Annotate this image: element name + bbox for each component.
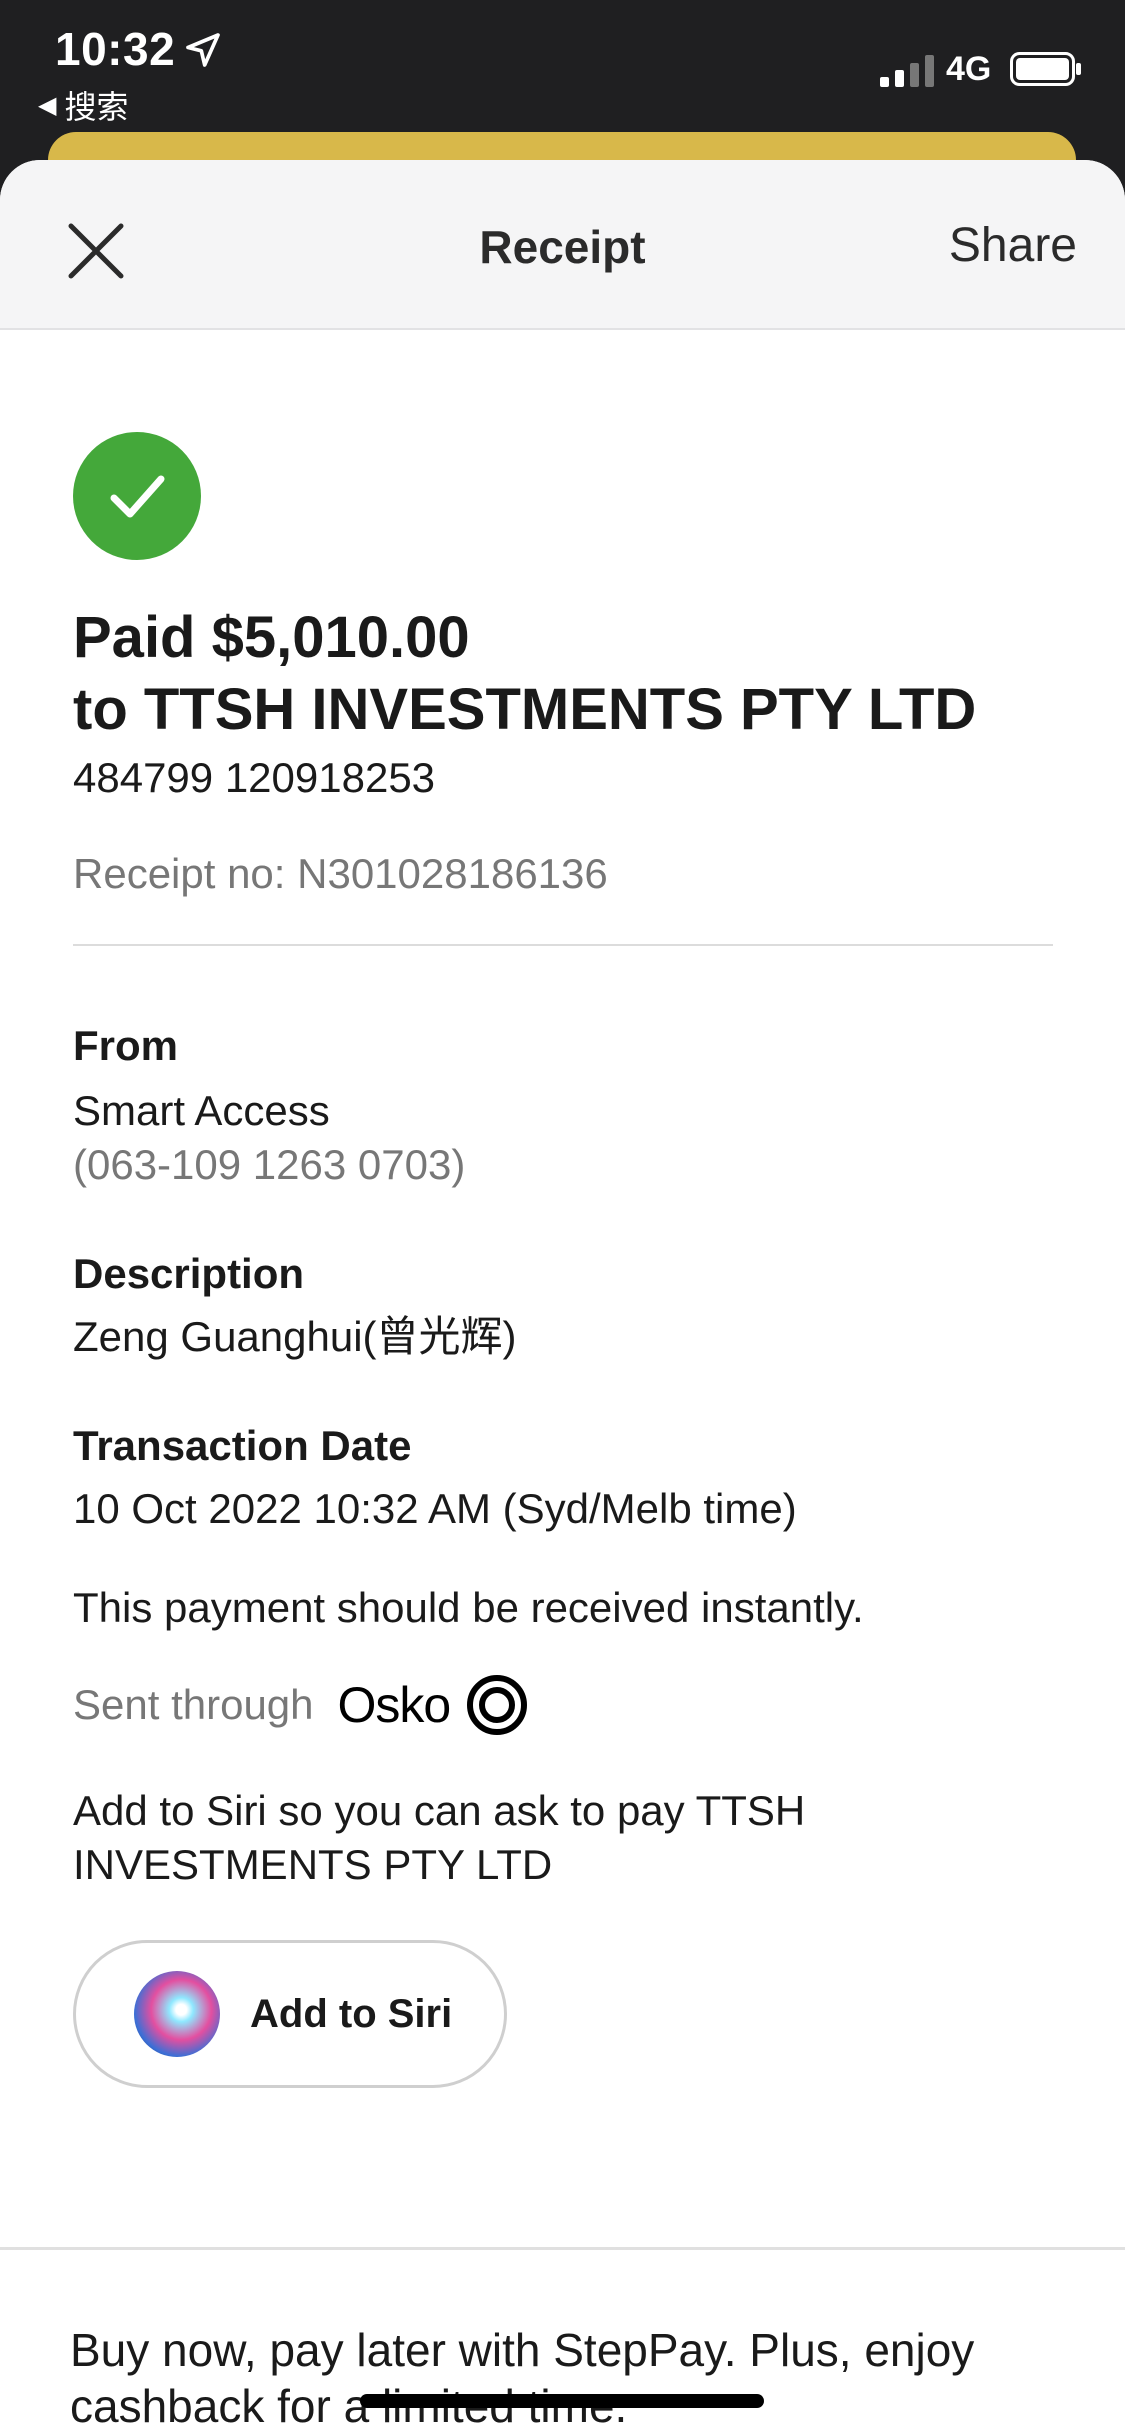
sent-through-row: Sent through Osko <box>73 1674 1053 1736</box>
sent-through-label: Sent through <box>73 1681 314 1728</box>
back-triangle-icon: ◀ <box>38 91 57 119</box>
status-bar: 10:32 ◀ 搜索 4G <box>0 0 1125 150</box>
back-to-app-button[interactable]: ◀ 搜索 <box>38 82 128 128</box>
home-indicator[interactable] <box>360 2394 764 2408</box>
checkmark-icon <box>110 475 165 518</box>
description-section: Description Zeng Guanghui(曾光辉) <box>73 1250 1053 1364</box>
signal-icon <box>880 55 934 87</box>
status-time: 10:32 <box>55 23 176 75</box>
promo-divider <box>0 2247 1125 2250</box>
from-section: From Smart Access (063-109 1263 0703) <box>73 1022 1053 1192</box>
siri-orb-icon <box>134 1971 220 2057</box>
from-account-number: (063-109 1263 0703) <box>73 1141 466 1188</box>
osko-brand: Osko <box>337 1677 452 1733</box>
receipt-sheet: Receipt Share Paid $5,010.00 to TTSH INV… <box>0 160 1125 2436</box>
receipt-number: Receipt no: N301028186136 <box>73 850 608 897</box>
back-app-label: 搜索 <box>64 88 129 126</box>
paid-amount: Paid $5,010.00 <box>73 605 470 670</box>
battery-icon <box>1010 52 1081 86</box>
payee-name: to TTSH INVESTMENTS PTY LTD <box>73 677 977 742</box>
steppay-promo[interactable]: Buy now, pay later with StepPay. Plus, e… <box>70 2322 1070 2434</box>
share-button[interactable]: Share <box>949 218 1077 273</box>
payee-account: 484799 120918253 <box>73 754 436 801</box>
nav-bar: Receipt Share <box>0 160 1125 330</box>
transaction-date-section: Transaction Date 10 Oct 2022 10:32 AM (S… <box>73 1422 1053 1536</box>
from-label: From <box>73 1022 178 1069</box>
add-to-siri-button[interactable]: Add to Siri <box>73 1940 507 2088</box>
transaction-date-value: 10 Oct 2022 10:32 AM (Syd/Melb time) <box>73 1485 797 1532</box>
divider <box>73 944 1053 946</box>
transaction-date-label: Transaction Date <box>73 1422 412 1469</box>
from-account-name: Smart Access <box>73 1087 330 1134</box>
instant-payment-note: This payment should be received instantl… <box>73 1584 864 1631</box>
location-arrow-icon <box>186 33 220 67</box>
description-value: Zeng Guanghui(曾光辉) <box>73 1313 517 1360</box>
receipt-content: Paid $5,010.00 to TTSH INVESTMENTS PTY L… <box>73 432 1053 2088</box>
network-type: 4G <box>946 50 992 88</box>
description-label: Description <box>73 1250 305 1297</box>
osko-logo-icon <box>467 1675 528 1735</box>
add-to-siri-label: Add to Siri <box>250 1991 453 2036</box>
payment-headline: Paid $5,010.00 to TTSH INVESTMENTS PTY L… <box>73 602 1053 746</box>
success-check-icon <box>73 432 201 560</box>
siri-prompt: Add to Siri so you can ask to pay TTSH I… <box>73 1787 806 1888</box>
